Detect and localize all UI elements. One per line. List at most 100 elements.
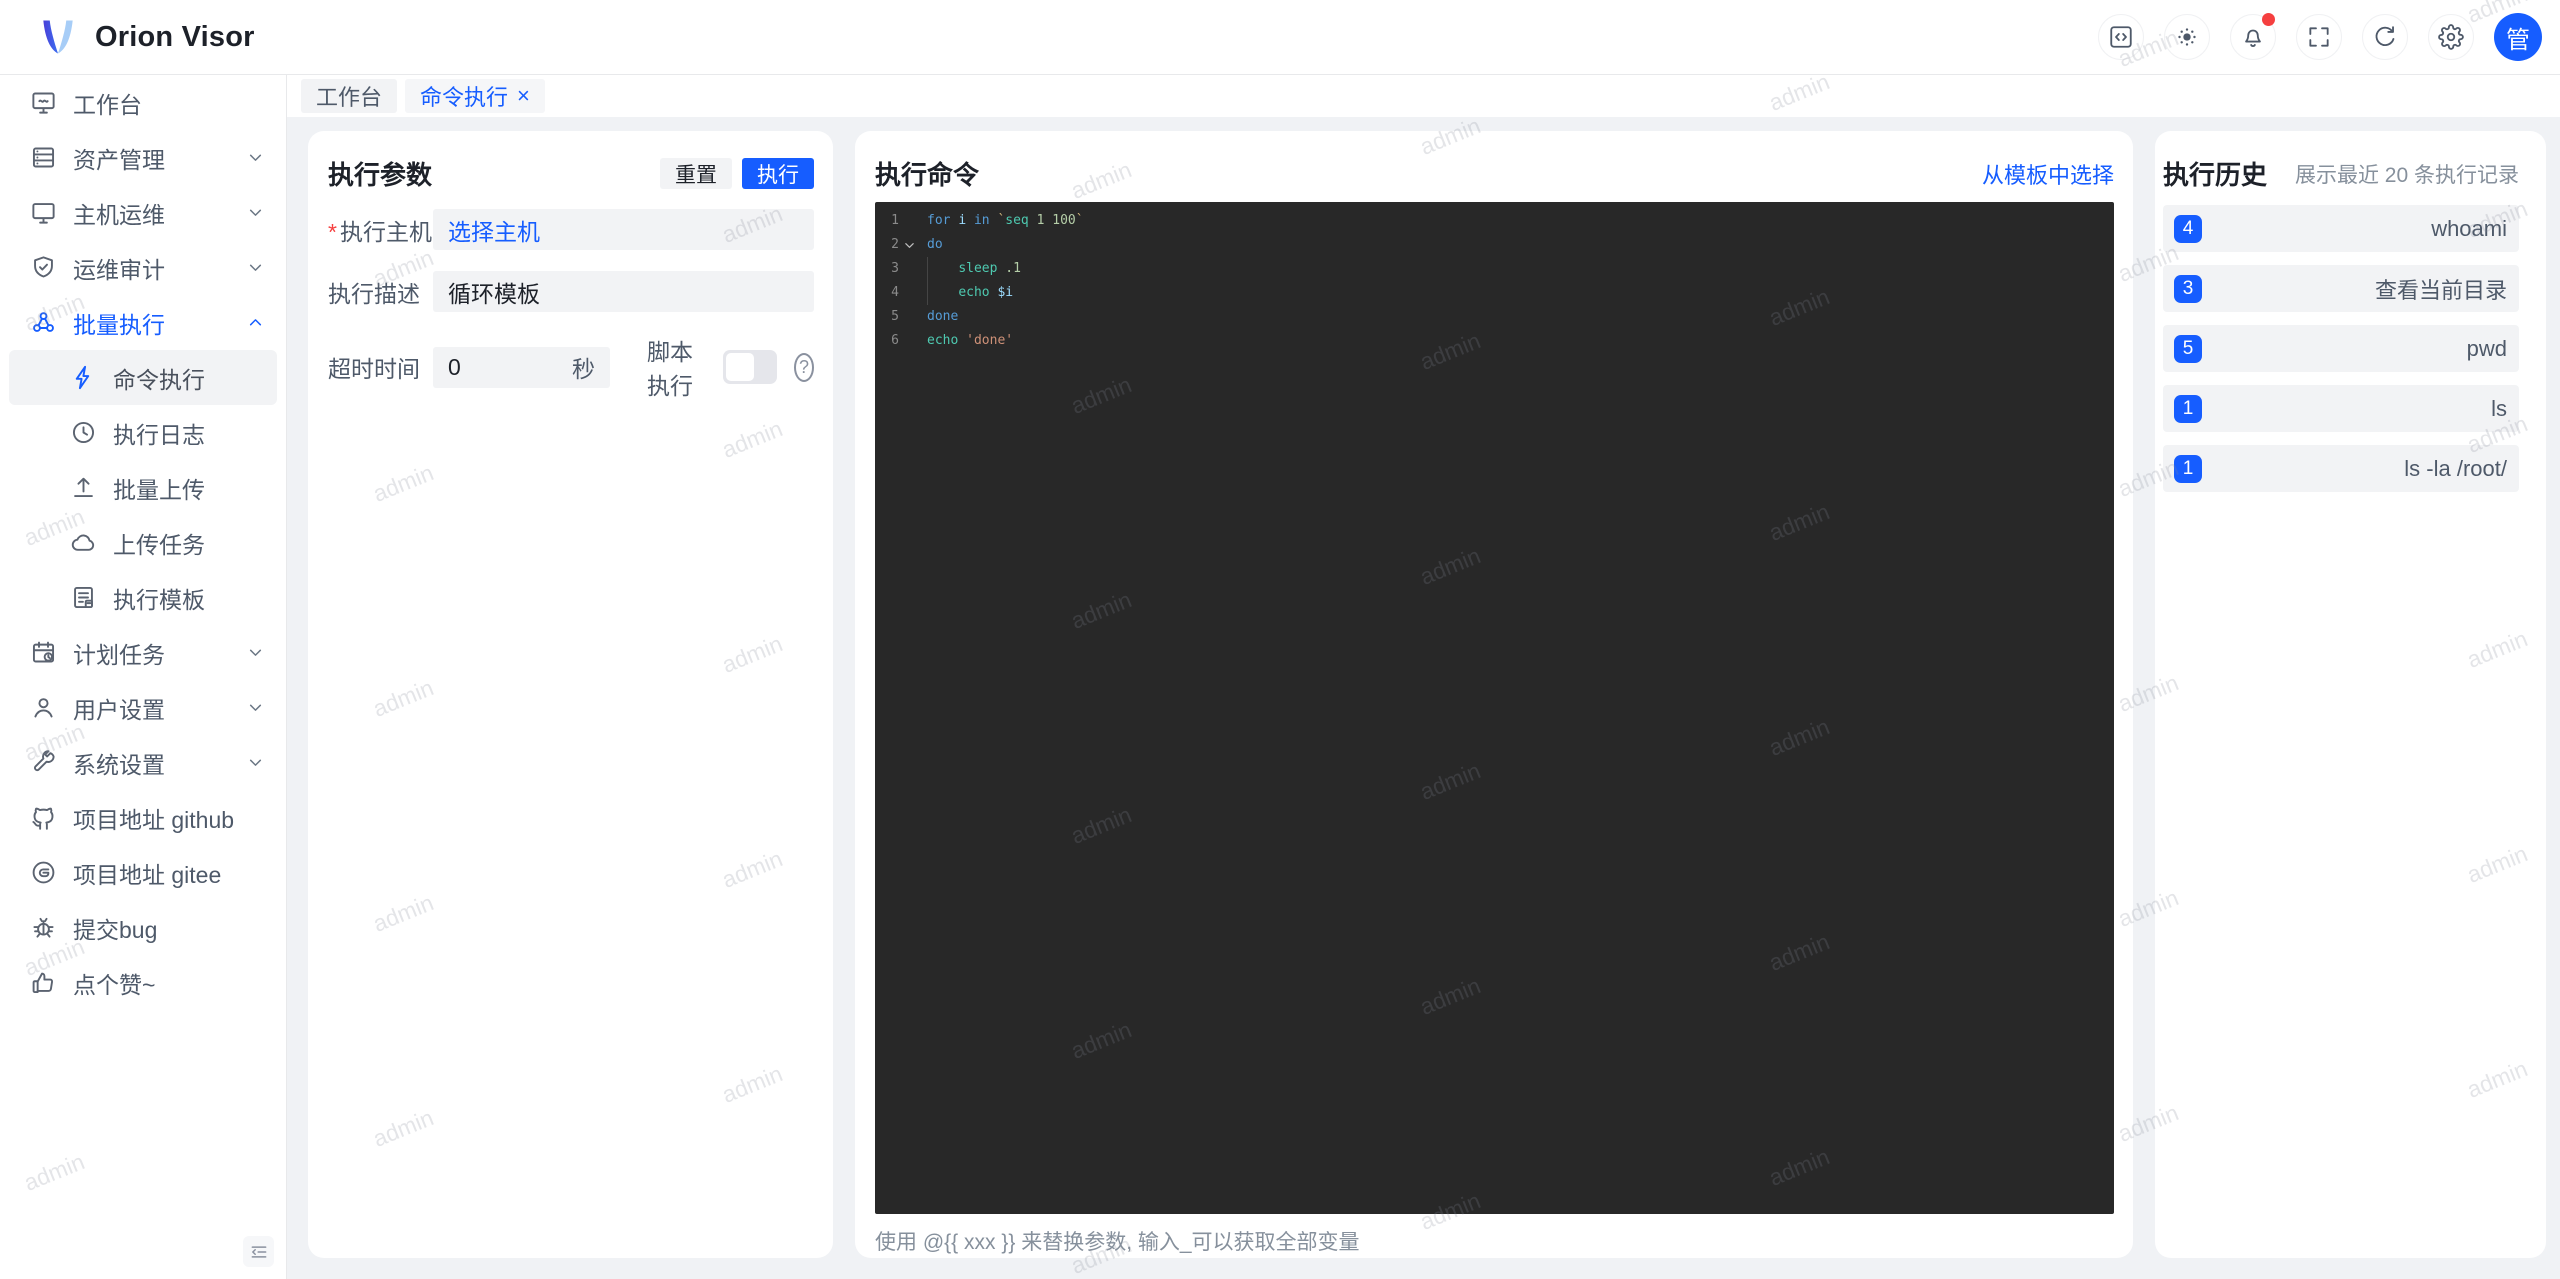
sidebar-item-资产管理[interactable]: 资产管理 bbox=[9, 130, 277, 185]
header-actions: 管 bbox=[2098, 13, 2560, 61]
code-square-icon bbox=[2108, 24, 2134, 50]
history-command: pwd bbox=[2466, 335, 2507, 361]
chevron-down-icon bbox=[245, 257, 266, 278]
refresh-button[interactable] bbox=[2362, 14, 2408, 60]
sidebar-item-label: 项目地址 gitee bbox=[73, 861, 222, 888]
exec-command-panel: 执行命令 从模板中选择 1 for i in `seq 1 100` 2 do 3 sl… bbox=[855, 131, 2133, 1258]
sidebar-item-命令执行[interactable]: 命令执行 bbox=[9, 350, 277, 405]
tab-工作台[interactable]: 工作台 bbox=[301, 79, 398, 113]
wrench-icon bbox=[30, 749, 57, 776]
sidebar-item-批量执行[interactable]: 批量执行 bbox=[9, 295, 277, 350]
run-button[interactable]: 执行 bbox=[742, 158, 814, 189]
history-item[interactable]: 1 ls -la /root/ bbox=[2163, 445, 2519, 492]
tab-命令执行[interactable]: 命令执行 × bbox=[405, 79, 545, 113]
sidebar-item-label: 主机运维 bbox=[73, 201, 165, 228]
timeout-field-label: 超时时间 bbox=[328, 356, 420, 382]
sidebar-item-label: 资产管理 bbox=[73, 146, 165, 173]
theme-button[interactable] bbox=[2164, 14, 2210, 60]
code-content: sleep .1 bbox=[919, 257, 1021, 281]
batch-icon bbox=[30, 309, 57, 336]
script-exec-toggle[interactable] bbox=[722, 350, 777, 384]
description-input[interactable]: 循环模板 bbox=[433, 271, 814, 312]
sidebar-item-计划任务[interactable]: 计划任务 bbox=[9, 625, 277, 680]
sidebar-item-系统设置[interactable]: 系统设置 bbox=[9, 735, 277, 790]
menu-fold-icon bbox=[249, 1242, 269, 1262]
line-number: 5 bbox=[891, 309, 899, 324]
sidebar-item-批量上传[interactable]: 批量上传 bbox=[9, 460, 277, 515]
sidebar-item-label: 命令执行 bbox=[113, 366, 205, 393]
sidebar-item-项目地址 gitee[interactable]: 项目地址 gitee bbox=[9, 845, 277, 900]
script-exec-label: 脚本执行 bbox=[647, 339, 693, 399]
sidebar-collapse-button[interactable] bbox=[243, 1236, 274, 1267]
notification-dot bbox=[2262, 13, 2275, 26]
code-line: 2 do bbox=[875, 233, 2114, 257]
sidebar-item-项目地址 github[interactable]: 项目地址 github bbox=[9, 790, 277, 845]
chevron-down-icon bbox=[245, 202, 266, 223]
schedule-icon bbox=[30, 639, 57, 666]
history-item[interactable]: 4 whoami bbox=[2163, 205, 2519, 252]
user-avatar[interactable]: 管 bbox=[2494, 13, 2542, 61]
logo: Orion Visor bbox=[0, 15, 255, 59]
command-editor[interactable]: 1 for i in `seq 1 100` 2 do 3 sleep .1 4 echo… bbox=[875, 202, 2114, 1214]
code-line: 5 done bbox=[875, 305, 2114, 329]
gitee-icon bbox=[30, 859, 57, 886]
indent-guide bbox=[927, 257, 928, 281]
fullscreen-button[interactable] bbox=[2296, 14, 2342, 60]
refresh-icon bbox=[2372, 24, 2398, 50]
chevron-down-icon bbox=[245, 752, 266, 773]
line-number: 2 bbox=[891, 237, 899, 252]
fold-gutter bbox=[899, 257, 919, 281]
history-item[interactable]: 3 查看当前目录 bbox=[2163, 265, 2519, 312]
exec-params-title: 执行参数 bbox=[328, 160, 433, 190]
sidebar-item-上传任务[interactable]: 上传任务 bbox=[9, 515, 277, 570]
sidebar-item-执行模板[interactable]: 执行模板 bbox=[9, 570, 277, 625]
timeout-input[interactable]: 0 秒 bbox=[433, 346, 610, 388]
sidebar-item-label: 项目地址 github bbox=[73, 806, 235, 833]
exec-count-badge: 1 bbox=[2174, 394, 2202, 423]
code-content: done bbox=[927, 309, 959, 324]
host-select-field[interactable]: 选择主机 bbox=[433, 209, 814, 250]
help-icon[interactable]: ? bbox=[793, 352, 814, 382]
history-command: 查看当前目录 bbox=[2374, 277, 2507, 303]
fold-gutter bbox=[899, 329, 919, 353]
notifications-button[interactable] bbox=[2230, 13, 2276, 60]
tab-label: 工作台 bbox=[316, 85, 383, 110]
history-command: ls bbox=[2491, 395, 2507, 421]
bolt-icon bbox=[70, 364, 97, 391]
main-area: 工作台 命令执行 × 执行参数 重置 执行 执行主机 选择主机 执行描述 bbox=[287, 75, 2560, 1279]
fold-chevron-icon[interactable] bbox=[899, 233, 919, 257]
select-host-link[interactable]: 选择主机 bbox=[448, 213, 540, 247]
code-content: echo 'done' bbox=[927, 333, 1014, 348]
history-item[interactable]: 5 pwd bbox=[2163, 325, 2519, 372]
chevron-down-icon bbox=[245, 642, 266, 663]
sidebar-item-点个赞~[interactable]: 点个赞~ bbox=[9, 955, 277, 1010]
reset-button[interactable]: 重置 bbox=[660, 158, 732, 189]
code-line: 1 for i in `seq 1 100` bbox=[875, 209, 2114, 233]
sidebar-item-用户设置[interactable]: 用户设置 bbox=[9, 680, 277, 735]
chevron-up-icon bbox=[245, 312, 266, 333]
timeout-unit: 秒 bbox=[572, 356, 595, 382]
sidebar-item-执行日志[interactable]: 执行日志 bbox=[9, 405, 277, 460]
tab-bar: 工作台 命令执行 × bbox=[287, 75, 2560, 117]
upload-icon bbox=[70, 474, 97, 501]
sidebar-item-运维审计[interactable]: 运维审计 bbox=[9, 240, 277, 295]
exec-count-badge: 4 bbox=[2174, 214, 2202, 243]
line-number: 6 bbox=[891, 333, 899, 348]
sidebar-item-工作台[interactable]: 工作台 bbox=[9, 75, 277, 130]
sidebar-item-提交bug[interactable]: 提交bug bbox=[9, 900, 277, 955]
sidebar-item-label: 用户设置 bbox=[73, 696, 165, 723]
sidebar-item-label: 提交bug bbox=[73, 916, 158, 943]
select-from-template-link[interactable]: 从模板中选择 bbox=[1982, 158, 2114, 190]
fold-gutter bbox=[899, 209, 919, 233]
settings-button[interactable] bbox=[2428, 14, 2474, 60]
tab-close-icon[interactable]: × bbox=[517, 85, 530, 107]
exec-history-panel: 执行历史 展示最近 20 条执行记录 4 whoami 3 查看当前目录 5 pwd 1 ls… bbox=[2155, 131, 2546, 1258]
sidebar-menu: 工作台资产管理主机运维运维审计批量执行命令执行执行日志 批量上传 上传任务 执行模板计… bbox=[0, 75, 286, 1010]
sidebar-item-主机运维[interactable]: 主机运维 bbox=[9, 185, 277, 240]
sidebar-item-label: 系统设置 bbox=[73, 751, 165, 778]
sidebar-item-label: 批量执行 bbox=[73, 311, 165, 338]
code-view-button[interactable] bbox=[2098, 14, 2144, 60]
history-item[interactable]: 1 ls bbox=[2163, 385, 2519, 432]
exec-history-title: 执行历史 bbox=[2163, 160, 2268, 190]
gear-icon bbox=[2438, 24, 2464, 50]
